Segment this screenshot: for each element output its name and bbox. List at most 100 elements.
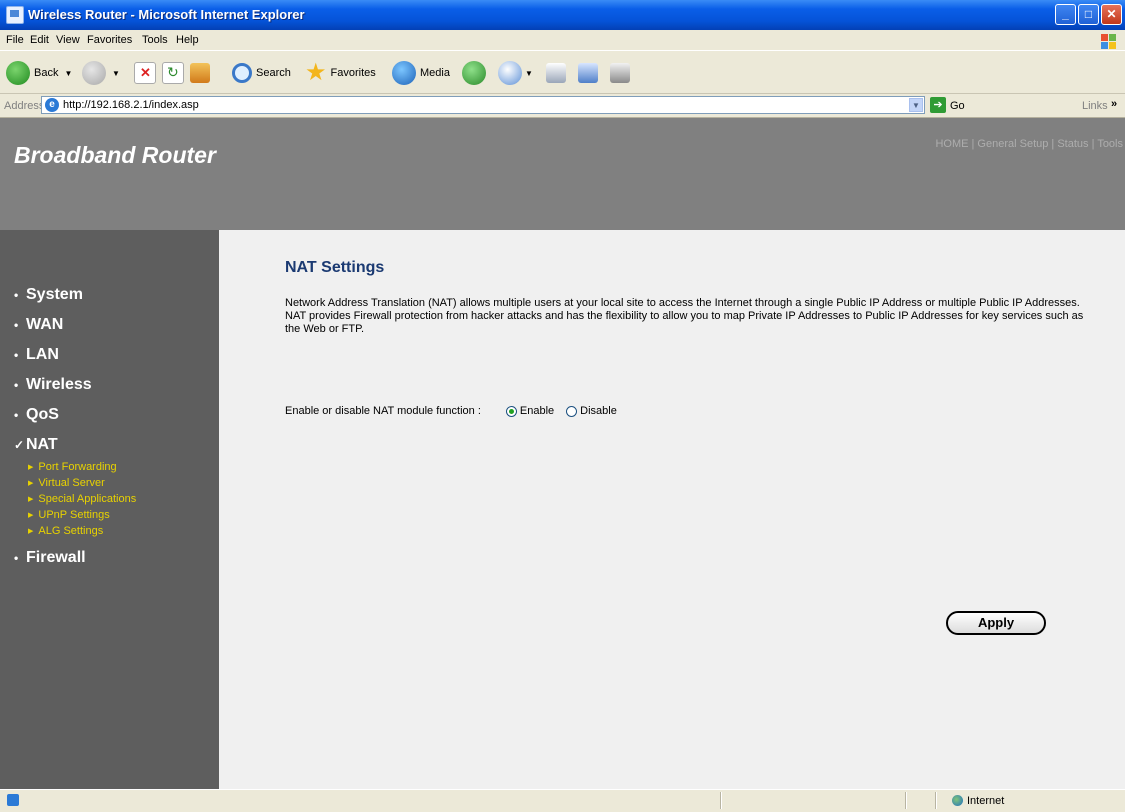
- menu-file[interactable]: File: [6, 34, 24, 46]
- web-page: Broadband Router HOME | General Setup | …: [0, 118, 1125, 789]
- stop-button[interactable]: ✕: [134, 58, 156, 88]
- favorites-label: Favorites: [330, 67, 376, 79]
- edit-button[interactable]: [578, 58, 598, 88]
- browser-toolbar: Back ▼ ▼ ✕ ↻ Search ★ Favorites Media ▼: [0, 50, 1125, 94]
- close-button[interactable]: ✕: [1101, 4, 1122, 25]
- bullet-icon: •: [14, 318, 19, 332]
- minimize-button[interactable]: _: [1055, 4, 1076, 25]
- back-button[interactable]: Back ▼: [6, 58, 72, 88]
- brand-title: Broadband Router: [14, 142, 216, 168]
- back-icon: [6, 61, 30, 85]
- favorites-button[interactable]: ★ Favorites: [305, 58, 376, 88]
- bullet-icon: •: [14, 348, 19, 362]
- apply-button[interactable]: Apply: [946, 611, 1046, 635]
- menu-tools[interactable]: Tools: [142, 34, 168, 46]
- nat-toggle-row: Enable or disable NAT module function : …: [285, 405, 617, 417]
- address-url[interactable]: http://192.168.2.1/index.asp: [63, 99, 199, 111]
- disable-radio[interactable]: [566, 405, 578, 417]
- disable-label[interactable]: Disable: [580, 405, 617, 417]
- favorites-icon: ★: [305, 59, 327, 86]
- sidebar-item-nat[interactable]: ✓ NAT: [14, 436, 58, 454]
- menu-bar: File Edit View Favorites Tools Help: [0, 30, 1125, 50]
- home-button[interactable]: [190, 58, 210, 88]
- enable-radio[interactable]: [505, 405, 517, 417]
- menu-edit[interactable]: Edit: [30, 34, 49, 46]
- arrow-icon: ▶: [28, 480, 34, 487]
- media-label: Media: [420, 67, 450, 79]
- forward-dropdown-icon[interactable]: ▼: [112, 69, 120, 78]
- mail-icon: [498, 61, 522, 85]
- menu-view[interactable]: View: [56, 34, 80, 46]
- sidebar-subitem-upnp-settings[interactable]: ▶ UPnP Settings: [28, 509, 110, 521]
- media-button[interactable]: Media: [392, 58, 450, 88]
- sidebar-item-label: System: [26, 286, 83, 303]
- back-label: Back: [34, 67, 59, 79]
- menu-favorites[interactable]: Favorites: [87, 34, 132, 46]
- bullet-icon: •: [14, 378, 19, 392]
- nav-status-link[interactable]: Status: [1057, 138, 1088, 150]
- checkmark-icon: ✓: [14, 438, 25, 452]
- page-status-icon: [7, 794, 19, 806]
- forward-button[interactable]: ▼: [82, 58, 120, 88]
- status-divider: [905, 792, 907, 809]
- arrow-icon: ▶: [28, 528, 34, 535]
- arrow-icon: ▶: [28, 464, 34, 471]
- nat-description: Network Address Translation (NAT) allows…: [285, 297, 1084, 335]
- page-title: NAT Settings: [285, 259, 385, 276]
- address-dropdown-icon[interactable]: ▼: [909, 98, 923, 112]
- sidebar-item-label: NAT: [26, 436, 58, 453]
- sidebar-item-label: Firewall: [26, 549, 86, 566]
- sidebar-subitem-label: Special Applications: [38, 493, 137, 505]
- sidebar-item-qos[interactable]: • QoS: [14, 406, 59, 424]
- maximize-button[interactable]: □: [1078, 4, 1099, 25]
- menu-help[interactable]: Help: [176, 34, 199, 46]
- ie-page-icon: e: [45, 98, 59, 112]
- go-arrow-icon[interactable]: ➔: [930, 97, 946, 113]
- windows-logo-icon: [1101, 34, 1117, 50]
- media-icon: [392, 61, 416, 85]
- nav-general-setup-link[interactable]: General Setup: [977, 138, 1048, 150]
- security-zone-label: Internet: [967, 795, 1005, 807]
- nav-separator: |: [1091, 138, 1095, 150]
- messenger-button[interactable]: [610, 58, 630, 88]
- disable-option[interactable]: Disable: [566, 405, 617, 417]
- sidebar-item-wireless[interactable]: • Wireless: [14, 376, 92, 394]
- nav-tools-link[interactable]: Tools: [1097, 138, 1123, 150]
- address-input[interactable]: e http://192.168.2.1/index.asp ▼: [41, 96, 925, 114]
- sidebar-subitem-virtual-server[interactable]: ▶ Virtual Server: [28, 477, 105, 489]
- sidebar-subitem-label: ALG Settings: [38, 525, 104, 537]
- ie-window-icon[interactable]: [6, 6, 24, 24]
- search-button[interactable]: Search: [232, 58, 291, 88]
- sidebar-subitem-port-forwarding[interactable]: ▶ Port Forwarding: [28, 461, 117, 473]
- search-icon: [232, 63, 252, 83]
- sidebar-item-firewall[interactable]: • Firewall: [14, 549, 86, 567]
- history-icon: [462, 61, 486, 85]
- status-bar: Internet: [0, 789, 1125, 812]
- messenger-icon: [610, 63, 630, 83]
- links-label[interactable]: Links: [1082, 100, 1108, 112]
- top-nav: HOME | General Setup | Status | Tools: [935, 138, 1123, 150]
- mail-dropdown-icon[interactable]: ▼: [525, 69, 533, 78]
- go-button[interactable]: Go: [950, 100, 965, 112]
- edit-icon: [578, 63, 598, 83]
- window-titlebar[interactable]: Wireless Router - Microsoft Internet Exp…: [0, 0, 1125, 30]
- sidebar-subitem-special-applications[interactable]: ▶ Special Applications: [28, 493, 136, 505]
- refresh-icon: ↻: [162, 62, 184, 84]
- sidebar-subitem-label: UPnP Settings: [38, 509, 110, 521]
- main-content: NAT Settings Network Address Translation…: [219, 230, 1125, 789]
- sidebar-item-system[interactable]: • System: [14, 286, 83, 304]
- enable-option[interactable]: Enable: [505, 405, 554, 417]
- sidebar-item-wan[interactable]: • WAN: [14, 316, 63, 334]
- sidebar-subitem-alg-settings[interactable]: ▶ ALG Settings: [28, 525, 103, 537]
- nav-home-link[interactable]: HOME: [935, 138, 968, 150]
- sidebar: • System • WAN • LAN • Wireless • QoS ✓ NAT ▶ P…: [0, 230, 219, 789]
- refresh-button[interactable]: ↻: [162, 58, 184, 88]
- enable-label[interactable]: Enable: [520, 405, 554, 417]
- bullet-icon: •: [14, 551, 19, 565]
- back-dropdown-icon[interactable]: ▼: [64, 69, 72, 78]
- mail-button[interactable]: ▼: [498, 58, 533, 88]
- links-more-icon[interactable]: »: [1111, 98, 1117, 110]
- sidebar-item-lan[interactable]: • LAN: [14, 346, 59, 364]
- print-button[interactable]: [546, 58, 566, 88]
- history-button[interactable]: [462, 58, 486, 88]
